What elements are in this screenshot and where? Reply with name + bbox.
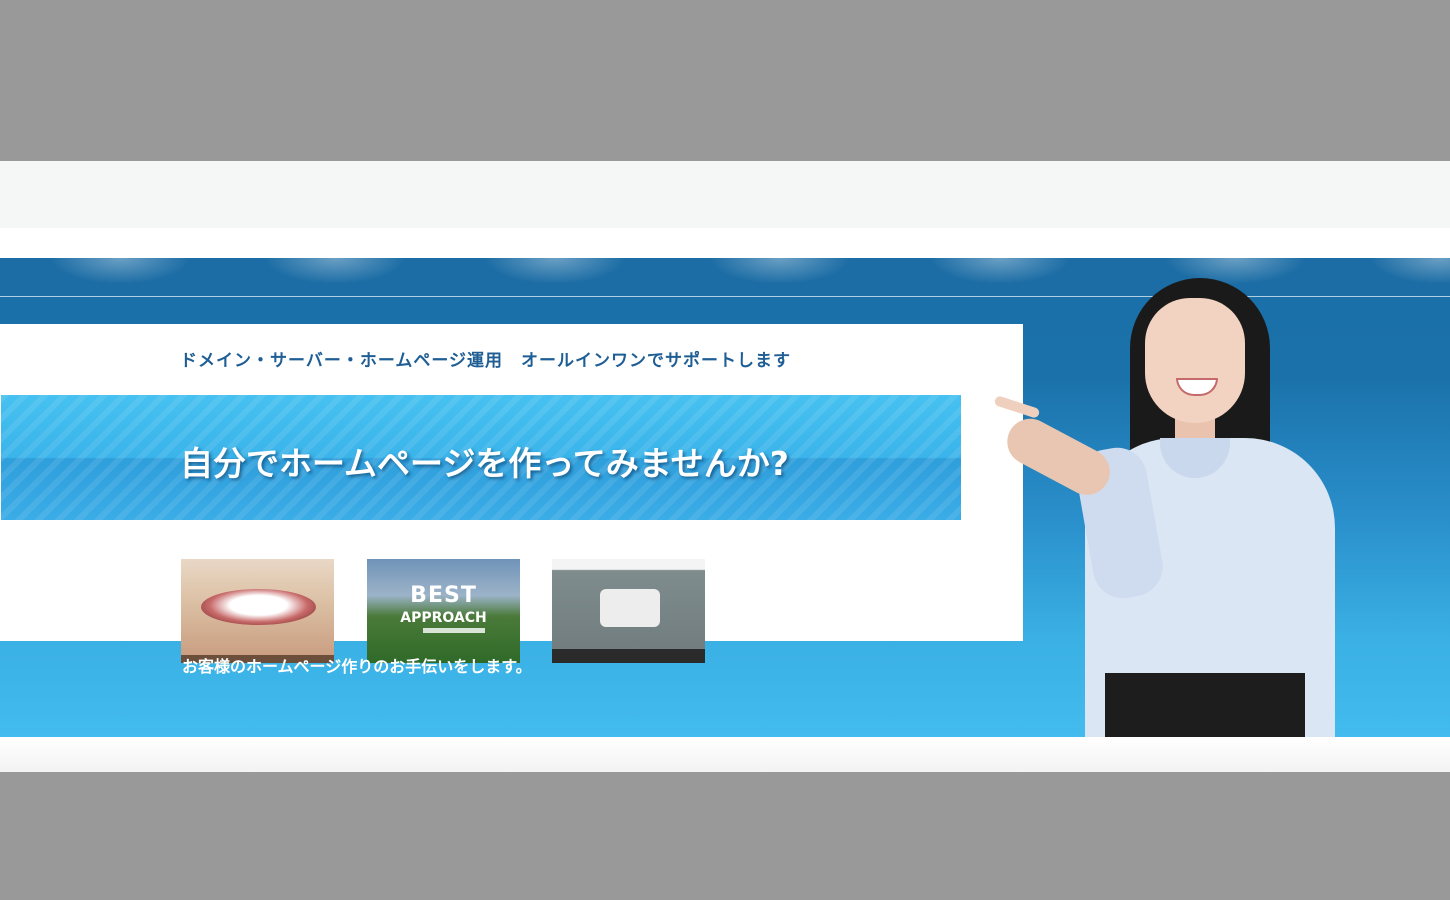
smile-image — [201, 589, 316, 625]
top-strip — [0, 161, 1450, 228]
thumbnail-text-best: BEST — [410, 583, 477, 608]
woman-pointing-image — [990, 278, 1390, 737]
woman-skirt — [1105, 673, 1305, 737]
headline-band: 自分でホームページを作ってみませんか? — [1, 395, 961, 520]
page-container: ドメイン・サーバー・ホームページ運用 オールインワンでサポートします 自分でホー… — [0, 161, 1450, 772]
thumbnail-ribbon — [423, 628, 485, 633]
bottom-strip — [0, 737, 1450, 772]
hero-caption: お客様のホームページ作りのお手伝いをします。 — [182, 657, 532, 676]
tagline: ドメイン・サーバー・ホームページ運用 オールインワンでサポートします — [180, 351, 791, 371]
thumbnail-delivery-site[interactable] — [552, 559, 705, 663]
van-image — [600, 589, 660, 627]
hero-card: ドメイン・サーバー・ホームページ運用 オールインワンでサポートします 自分でホー… — [0, 324, 1023, 663]
hero-banner: ドメイン・サーバー・ホームページ運用 オールインワンでサポートします 自分でホー… — [0, 258, 1450, 737]
pointing-finger — [993, 395, 1041, 419]
thumbnail-text-approach: APPROACH — [400, 610, 487, 626]
thumbnail-dental-site[interactable] — [181, 559, 334, 663]
thumbnail-golf-site[interactable]: BEST APPROACH — [367, 559, 520, 663]
thumbnail-footer-bar — [552, 649, 705, 663]
headline: 自分でホームページを作ってみませんか? — [180, 444, 789, 483]
woman-face — [1145, 298, 1245, 423]
woman-arm — [999, 410, 1118, 503]
